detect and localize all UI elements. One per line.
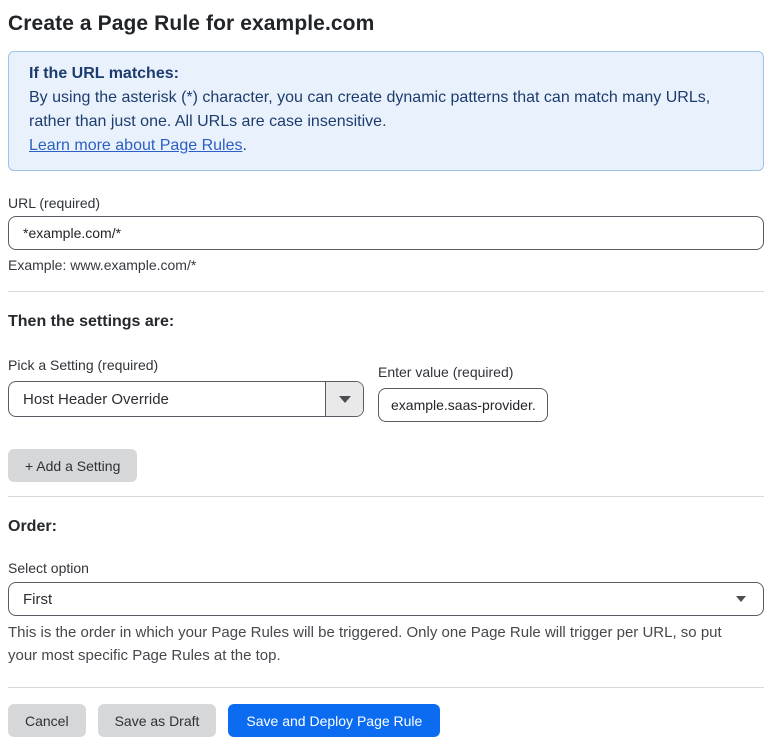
url-input[interactable]	[8, 216, 764, 250]
divider	[8, 291, 764, 292]
settings-section-heading: Then the settings are:	[8, 313, 175, 330]
url-helper-text: Example: www.example.com/*	[8, 257, 197, 273]
create-page-rule-form: Create a Page Rule for example.com If th…	[0, 0, 772, 737]
order-section-heading: Order:	[8, 518, 57, 535]
enter-value-column: Enter value (required)	[378, 340, 548, 422]
info-box-body: By using the asterisk (*) character, you…	[29, 89, 711, 130]
learn-more-link[interactable]: Learn more about Page Rules	[29, 137, 242, 154]
order-select-label: Select option	[8, 560, 89, 576]
info-box-link-line: Learn more about Page Rules.	[29, 134, 743, 158]
order-select[interactable]: First	[8, 582, 764, 616]
order-select-value: First	[23, 590, 53, 608]
setting-select-arrow-button[interactable]	[325, 382, 363, 416]
setting-select-value: Host Header Override	[23, 390, 169, 408]
form-actions: Cancel Save as Draft Save and Deploy Pag…	[8, 704, 764, 737]
url-match-info-box: If the URL matches: By using the asteris…	[8, 51, 764, 171]
divider	[8, 496, 764, 497]
cancel-button[interactable]: Cancel	[8, 704, 86, 737]
link-suffix: .	[242, 137, 247, 154]
enter-value-label: Enter value (required)	[378, 364, 514, 380]
chevron-down-icon	[338, 395, 351, 403]
info-box-heading: If the URL matches:	[29, 65, 179, 82]
order-helper-text: This is the order in which your Page Rul…	[8, 624, 722, 664]
setting-value-input[interactable]	[378, 388, 548, 422]
url-field-label: URL (required)	[8, 195, 101, 211]
settings-row: Pick a Setting (required) Host Header Ov…	[8, 333, 764, 422]
divider	[8, 687, 764, 688]
pick-setting-label: Pick a Setting (required)	[8, 357, 159, 373]
save-deploy-button[interactable]: Save and Deploy Page Rule	[228, 704, 441, 737]
page-title: Create a Page Rule for example.com	[8, 12, 375, 35]
setting-select[interactable]: Host Header Override	[8, 381, 364, 417]
pick-setting-column: Pick a Setting (required) Host Header Ov…	[8, 333, 364, 422]
add-setting-button[interactable]: + Add a Setting	[8, 449, 138, 482]
save-draft-button[interactable]: Save as Draft	[97, 704, 217, 737]
chevron-down-icon	[736, 596, 746, 602]
